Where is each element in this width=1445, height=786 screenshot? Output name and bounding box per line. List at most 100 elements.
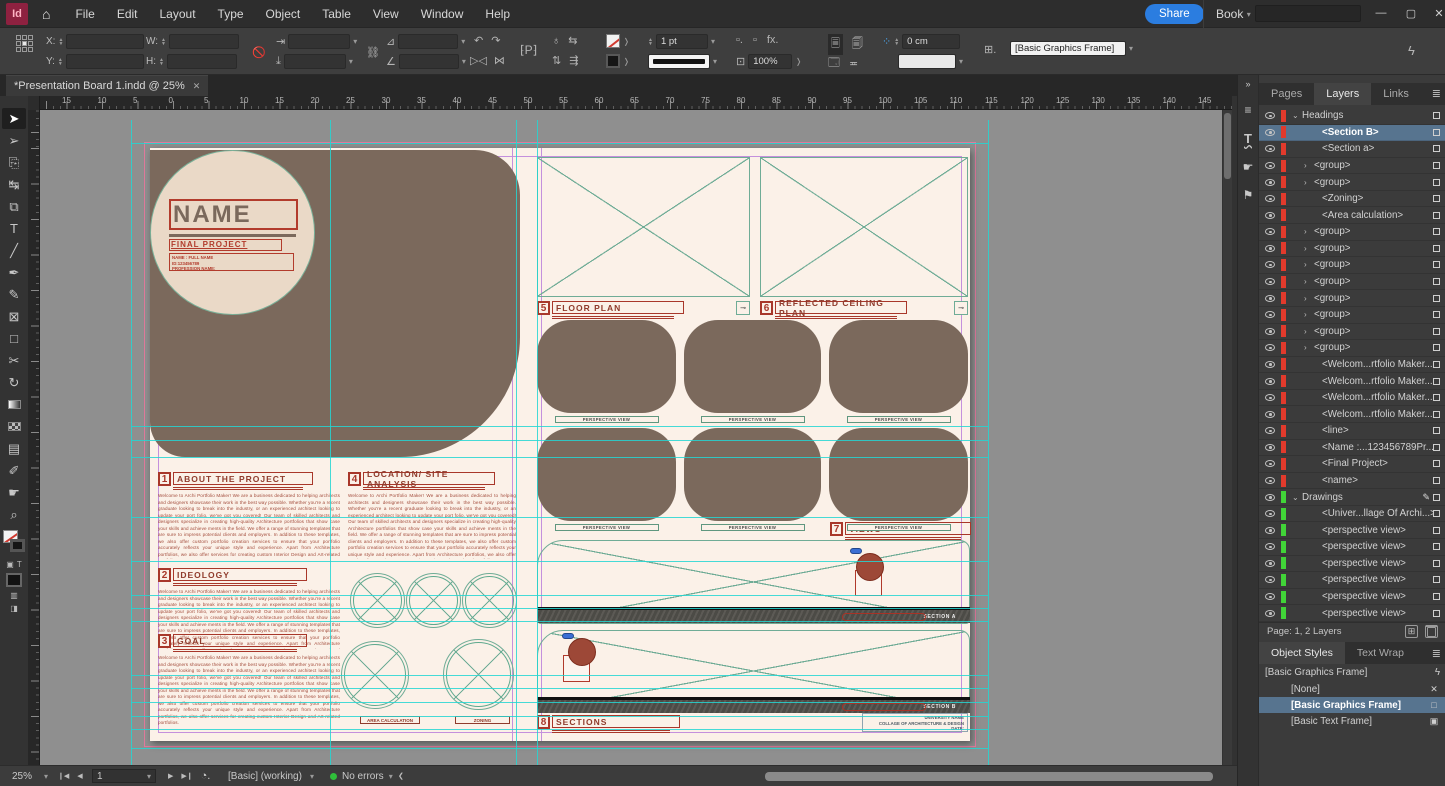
section-title[interactable]: LOCATION/ SITE ANALYSIS <box>363 472 495 485</box>
layer-target-square[interactable] <box>1433 394 1440 401</box>
menu-view[interactable]: View <box>362 0 410 28</box>
layer-target-square[interactable] <box>1433 195 1440 202</box>
analysis-circle-frame[interactable] <box>406 573 461 628</box>
layer-row[interactable]: <Name :...123456789Pr...> <box>1259 440 1445 457</box>
layer-row[interactable]: ›<group> <box>1259 158 1445 175</box>
menu-layout[interactable]: Layout <box>149 0 207 28</box>
type-tool-icon[interactable]: T <box>2 218 26 239</box>
wrap-jump-icon[interactable]: ≖ <box>849 57 858 70</box>
formatting-text-icon[interactable]: T <box>17 560 22 569</box>
disclosure-arrow-icon[interactable]: › <box>1304 310 1314 319</box>
analysis-circle-frame[interactable] <box>350 573 405 628</box>
layer-row[interactable]: ›<group> <box>1259 307 1445 324</box>
guide-horizontal[interactable] <box>131 688 988 689</box>
document-canvas[interactable]: NAME FINAL PROJECT NAME : FULL NAMEID:12… <box>40 110 1222 765</box>
layer-target-square[interactable] <box>1433 510 1440 517</box>
horizontal-ruler[interactable]: 1510505101520253035404550556065707580859… <box>40 96 1232 110</box>
preflight-profile[interactable]: [Basic] (working) <box>228 771 302 782</box>
eye-icon[interactable] <box>1265 361 1275 368</box>
spread-page[interactable]: NAME FINAL PROJECT NAME : FULL NAMEID:12… <box>150 148 970 741</box>
guide-vertical[interactable] <box>330 120 331 765</box>
document-tab[interactable]: *Presentation Board 1.indd @ 25% ✕ <box>6 75 208 96</box>
gradient-tool-icon[interactable] <box>2 394 26 415</box>
guide-vertical[interactable] <box>516 120 517 765</box>
guide-horizontal[interactable] <box>131 561 988 562</box>
distribute-icon-1[interactable]: ⇅ <box>552 54 561 67</box>
student-info-frame[interactable]: NAME : FULL NAMEID:123456789PROFESSION N… <box>169 253 294 271</box>
distribute-icon-2[interactable]: ⇶ <box>569 54 578 67</box>
prev-page-button[interactable]: ◀ <box>77 772 82 780</box>
eye-icon[interactable] <box>1265 195 1275 202</box>
align-icon-1[interactable]: ♁ <box>552 35 560 47</box>
layer-row[interactable]: <Section a> <box>1259 141 1445 158</box>
perspective-view-frame[interactable] <box>829 320 968 413</box>
perspective-view-label[interactable]: PERSPECTIVE VIEW <box>847 416 951 423</box>
hscroll-left-arrow[interactable]: ❮ <box>398 772 404 780</box>
layer-row[interactable]: <perspective view> <box>1259 589 1445 606</box>
scale-y-field[interactable] <box>284 54 346 69</box>
eye-icon[interactable] <box>1265 527 1275 534</box>
layer-row[interactable]: <Area calculation> <box>1259 207 1445 224</box>
object-style-row[interactable]: [Basic Graphics Frame]□ <box>1259 697 1445 713</box>
eye-icon[interactable] <box>1265 145 1275 152</box>
layer-target-square[interactable] <box>1433 129 1440 136</box>
layer-row[interactable]: <Welcom...rtfolio Maker...> <box>1259 390 1445 407</box>
vertical-scrollbar[interactable] <box>1223 110 1232 765</box>
gradient-feather-tool-icon[interactable] <box>2 416 26 437</box>
layer-target-square[interactable] <box>1433 228 1440 235</box>
eye-icon[interactable] <box>1265 295 1275 302</box>
page-number-field[interactable]: 1▾ <box>92 769 156 783</box>
eye-icon[interactable] <box>1265 610 1275 617</box>
perspective-view-label[interactable]: PERSPECTIVE VIEW <box>847 524 951 531</box>
guide-horizontal[interactable] <box>131 608 988 609</box>
floor-plan-frame[interactable] <box>537 157 750 297</box>
rotate-field[interactable] <box>399 54 459 69</box>
link-scale-icon[interactable]: ⛓ <box>366 46 380 59</box>
layer-target-square[interactable] <box>1433 344 1440 351</box>
layer-target-square[interactable] <box>1433 560 1440 567</box>
disclosure-arrow-icon[interactable]: ⌄ <box>1292 111 1302 120</box>
disclosure-arrow-icon[interactable]: › <box>1304 343 1314 352</box>
scale-indicator-box[interactable]: ⊸ <box>736 301 750 315</box>
bookmarks-icon[interactable]: ⚑ <box>1243 188 1254 202</box>
preflight-icon[interactable]: ◔. <box>201 770 211 782</box>
eye-icon[interactable] <box>1265 394 1275 401</box>
scissors-tool-icon[interactable]: ✂ <box>2 350 26 371</box>
effects-icon[interactable]: fx. <box>767 34 779 46</box>
layer-row[interactable]: <Welcom...rtfolio Maker...> <box>1259 373 1445 390</box>
final-project-frame[interactable]: FINAL PROJECT <box>169 239 282 251</box>
disclosure-arrow-icon[interactable]: › <box>1304 161 1314 170</box>
rotate-ccw-icon[interactable]: ↶ <box>474 34 483 47</box>
stroke-swatch[interactable] <box>10 539 25 552</box>
object-styles-menu-icon[interactable]: ≣ <box>1432 647 1441 660</box>
stroke-swatch-menu[interactable]: ❭ <box>623 37 630 46</box>
eye-icon[interactable] <box>1265 344 1275 351</box>
menu-help[interactable]: Help <box>474 0 521 28</box>
object-style-row[interactable]: [None]✕ <box>1259 681 1445 697</box>
pencil-tool-icon[interactable]: ✎ <box>2 284 26 305</box>
constrain-link-icon[interactable]: 🚫 <box>252 46 266 59</box>
layer-row[interactable]: <Section B> <box>1259 125 1445 142</box>
body-text-frame[interactable]: Welcome to Archi Portfolio Maker! We are… <box>158 655 340 725</box>
layer-row[interactable]: ›<group> <box>1259 174 1445 191</box>
layer-target-square[interactable] <box>1433 328 1440 335</box>
layer-target-square[interactable] <box>1433 162 1440 169</box>
perspective-view-frame[interactable] <box>829 428 968 521</box>
content-collector-tool-icon[interactable]: ⧉ <box>2 196 26 217</box>
zoom-dropdown-icon[interactable]: ▾ <box>44 772 48 781</box>
layer-target-square[interactable] <box>1433 378 1440 385</box>
layer-target-square[interactable] <box>1433 278 1440 285</box>
layer-row[interactable]: <name> <box>1259 473 1445 490</box>
scale-indicator-box[interactable]: ⊸ <box>954 301 968 315</box>
ruler-origin-box[interactable] <box>28 96 40 110</box>
scale-x-field[interactable] <box>288 34 350 49</box>
guide-horizontal[interactable] <box>131 426 988 427</box>
home-icon[interactable]: ⌂ <box>42 6 50 22</box>
eye-icon[interactable] <box>1265 560 1275 567</box>
guide-horizontal[interactable] <box>131 143 988 144</box>
perspective-view-label[interactable]: PERSPECTIVE VIEW <box>701 416 805 423</box>
layer-row[interactable]: <Univer...llage Of Archi...> <box>1259 506 1445 523</box>
stroke-color-swatch[interactable] <box>606 34 620 48</box>
guide-horizontal[interactable] <box>131 457 988 458</box>
guide-vertical[interactable] <box>537 120 538 765</box>
